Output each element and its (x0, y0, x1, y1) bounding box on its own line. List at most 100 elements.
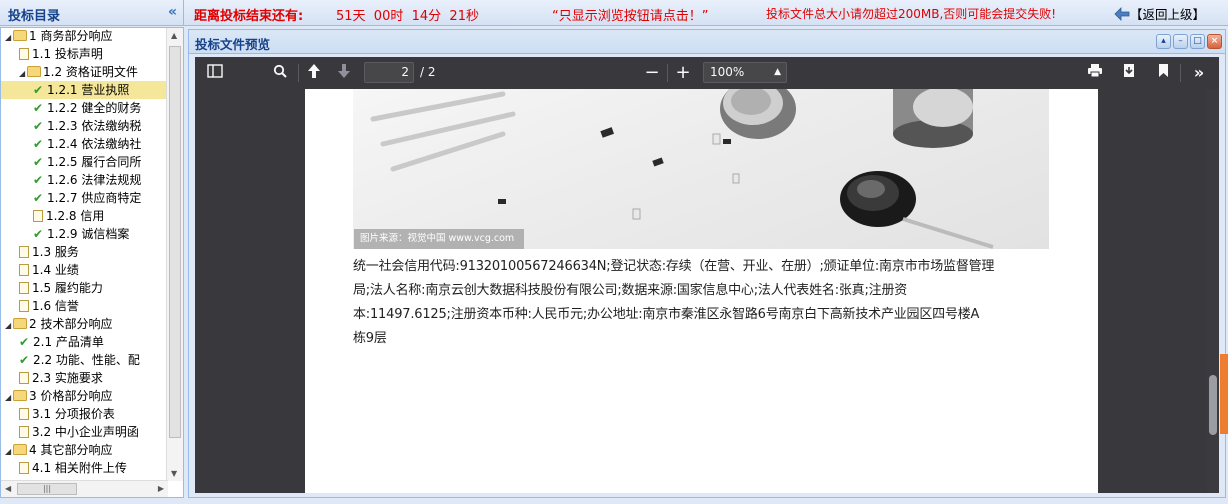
preview-panel: 投标文件预览 ▴ – □ × 2 / 2 − + 100% ▲ » 图片来源：视… (188, 29, 1226, 498)
page-total: / 2 (420, 65, 436, 79)
tree-item-label: 1.2.7 供应商特定 (47, 191, 142, 205)
page-number-input[interactable]: 2 (364, 62, 414, 83)
minimize-icon[interactable]: – (1173, 34, 1188, 49)
tree-item[interactable]: ✔ 2.2 功能、性能、配 (1, 351, 167, 369)
document-icon (19, 408, 29, 420)
tree-item[interactable]: ✔ 1.2.2 健全的财务 (1, 99, 167, 117)
zoom-value: 100% (710, 65, 745, 79)
tree-item-label: 2.2 功能、性能、配 (33, 353, 140, 367)
document-icon (19, 264, 29, 276)
tree-item-label: 1.2.3 依法缴纳税 (47, 119, 142, 133)
checkmark-icon: ✔ (33, 137, 44, 151)
back-button[interactable]: 【返回上级】 (1114, 4, 1205, 23)
zoom-out-icon[interactable]: − (642, 63, 662, 83)
page-text-block: 统一社会信用代码:91320100567246634N;登记状态:存续（在营、开… (353, 255, 1053, 351)
catalog-tree: ◢ 1 商务部分响应 1.1 投标声明 ◢ 1.2 资格证明文件 ✔ 1.2.1 营业执照 ✔… (0, 27, 184, 498)
scroll-up-icon[interactable]: ▲ (171, 31, 177, 40)
tree-item-label: 3 价格部分响应 (29, 389, 113, 403)
tree-item-label: 1.2.4 依法缴纳社 (47, 137, 142, 151)
zoom-select[interactable]: 100% ▲ (703, 62, 787, 83)
browse-notice-link[interactable]: “只显示浏览按钮请点击！” (552, 5, 708, 24)
zoom-in-icon[interactable]: + (673, 63, 693, 83)
collapse-panel-icon[interactable]: ▴ (1156, 34, 1171, 49)
tree-item-label: 1.2.6 法律法规规 (47, 173, 142, 187)
tree-item[interactable]: ✔ 1.2.3 依法缴纳税 (1, 117, 167, 135)
tree-item[interactable]: 3.1 分项报价表 (1, 405, 167, 423)
tree-item[interactable]: 1.4 业绩 (1, 261, 167, 279)
download-icon[interactable] (1119, 63, 1139, 83)
folder-icon (13, 444, 27, 455)
tree-hscroll-thumb[interactable]: ||| (17, 483, 77, 495)
tree-item-label: 4.1 相关附件上传 (32, 461, 127, 475)
folder-icon (13, 390, 27, 401)
folder-icon (13, 30, 27, 41)
checkmark-icon: ✔ (33, 155, 44, 169)
document-icon (19, 48, 29, 60)
tree-scroll-thumb[interactable] (169, 46, 181, 438)
checkmark-icon: ✔ (33, 191, 44, 205)
search-icon[interactable] (270, 63, 290, 83)
tree-item[interactable]: ◢ 1 商务部分响应 (1, 28, 167, 45)
pdf-viewer[interactable]: 图片来源：视觉中国 www.vcg.com 统一社会信用代码:913201005… (195, 89, 1219, 493)
tree-item-label: 1.2.1 营业执照 (47, 83, 130, 97)
tree-item[interactable]: ✔ 1.2.5 履行合同所 (1, 153, 167, 171)
tree-item-label: 1.2.9 诚信档案 (47, 227, 130, 241)
checkmark-icon: ✔ (33, 83, 44, 97)
document-icon (19, 462, 29, 474)
tree-item[interactable]: ◢ 2 技术部分响应 (1, 315, 167, 333)
tree-item[interactable]: ✔ 2.1 产品清单 (1, 333, 167, 351)
tree-item[interactable]: 1.5 履约能力 (1, 279, 167, 297)
zoom-caret-icon: ▲ (774, 67, 781, 77)
more-tools-icon[interactable]: » (1187, 63, 1211, 83)
tree-horizontal-scrollbar[interactable]: ◀ ||| ▶ (1, 480, 168, 497)
checkmark-icon: ✔ (33, 227, 44, 241)
tree-item[interactable]: ✔ 1.2.9 诚信档案 (1, 225, 167, 243)
tree-item-label: 3.2 中小企业声明函 (32, 425, 139, 439)
print-icon[interactable] (1085, 63, 1105, 83)
outer-scroll-indicator[interactable] (1220, 354, 1228, 434)
bookmark-icon[interactable] (1153, 63, 1173, 83)
tree-item-label: 1.2.5 履行合同所 (47, 155, 142, 169)
photo-watermark: 图片来源：视觉中国 www.vcg.com (354, 229, 524, 249)
tree-item[interactable]: ✔ 1.2.7 供应商特定 (1, 189, 167, 207)
next-page-icon[interactable] (333, 63, 355, 83)
pdf-scroll-thumb[interactable] (1209, 375, 1217, 435)
tree-item[interactable]: ✔ 1.2.6 法律法规规 (1, 171, 167, 189)
tree-item[interactable]: ◢ 4 其它部分响应 (1, 441, 167, 459)
photo-illustration (370, 89, 994, 249)
tree-item[interactable]: 1.3 服务 (1, 243, 167, 261)
tree-item[interactable]: 4.1 相关附件上传 (1, 459, 167, 477)
tree-item-label: 1.2 资格证明文件 (43, 65, 138, 79)
close-icon[interactable]: × (1207, 34, 1222, 49)
tree-item[interactable]: ◢ 1.2 资格证明文件 (1, 63, 167, 81)
page-text-line: 本:11497.6125;注册资本币种:人民币元;办公地址:南京市秦淮区永智路6… (353, 307, 980, 322)
sidebar-toggle-icon[interactable] (205, 63, 225, 83)
back-arrow-icon (1114, 7, 1130, 21)
size-warning: 投标文件总大小请勿超过200MB,否则可能会提交失败! (766, 7, 1057, 21)
collapse-left-icon[interactable]: « (168, 4, 177, 20)
tree-item[interactable]: 1.6 信誉 (1, 297, 167, 315)
tree-vertical-scrollbar[interactable]: ▲ ▼ (166, 28, 183, 481)
checkmark-icon: ✔ (19, 335, 30, 349)
tree-item[interactable]: 3.2 中小企业声明函 (1, 423, 167, 441)
checkmark-icon: ✔ (19, 353, 30, 367)
tree-item[interactable]: 1.1 投标声明 (1, 45, 167, 63)
page-text-line: 局;法人名称:南京云创大数据科技股份有限公司;数据来源:国家信息中心;法人代表姓… (353, 283, 908, 298)
document-icon (19, 426, 29, 438)
tree-item[interactable]: 2.3 实施要求 (1, 369, 167, 387)
document-icon (19, 246, 29, 258)
scroll-right-icon[interactable]: ▶ (158, 484, 164, 493)
maximize-icon[interactable]: □ (1190, 34, 1205, 49)
tree-item-label: 2.3 实施要求 (32, 371, 103, 385)
back-button-label: 【返回上级】 (1130, 7, 1206, 22)
tree-item[interactable]: ◢ 3 价格部分响应 (1, 387, 167, 405)
pdf-vertical-scrollbar[interactable] (1207, 89, 1219, 493)
page-text-line: 统一社会信用代码:91320100567246634N;登记状态:存续（在营、开… (353, 259, 995, 274)
scroll-down-icon[interactable]: ▼ (171, 469, 177, 478)
scroll-left-icon[interactable]: ◀ (5, 484, 11, 493)
tree-item[interactable]: 1.2.8 信用 (1, 207, 167, 225)
folder-icon (13, 318, 27, 329)
tree-item[interactable]: ✔ 1.2.4 依法缴纳社 (1, 135, 167, 153)
tree-item[interactable]: ✔ 1.2.1 营业执照 (1, 81, 167, 99)
previous-page-icon[interactable] (303, 63, 325, 83)
